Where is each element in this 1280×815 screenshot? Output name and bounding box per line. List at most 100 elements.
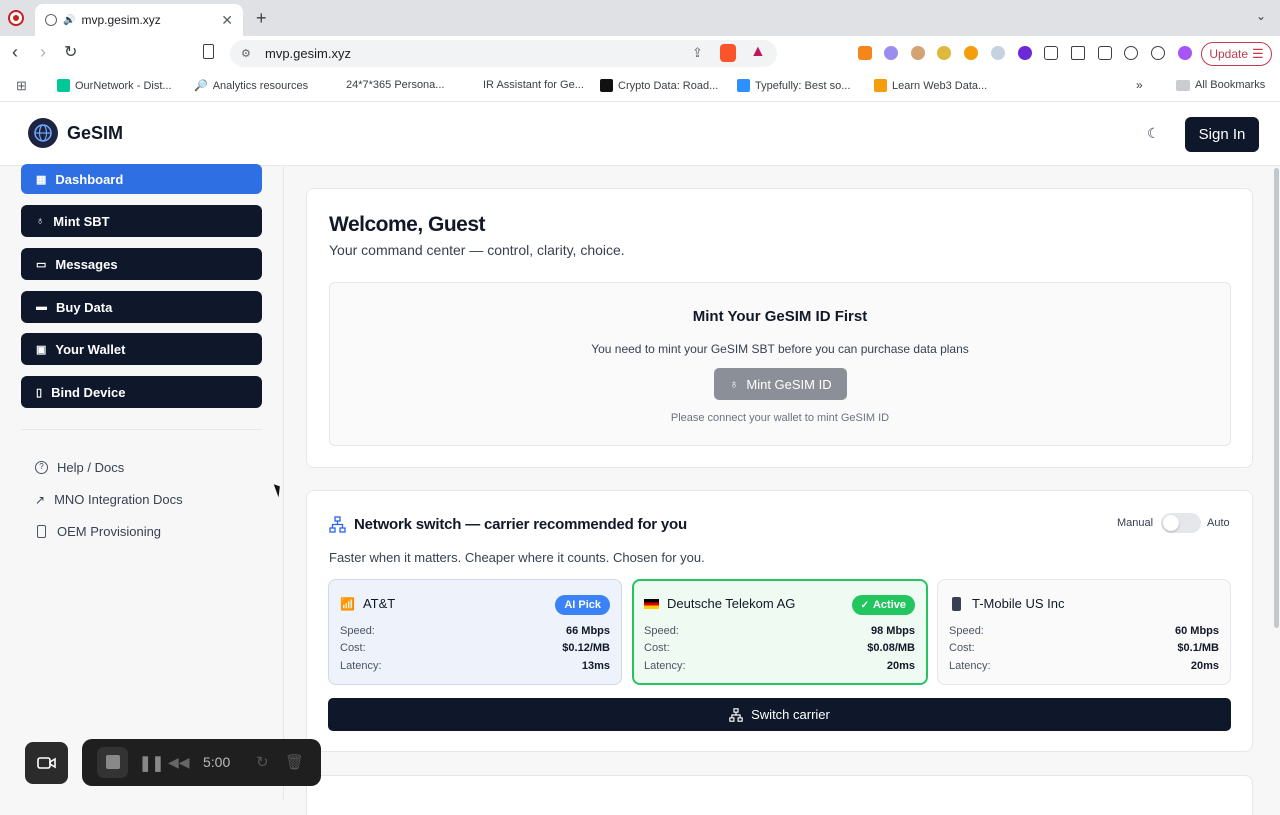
smartphone-icon (37, 525, 46, 538)
recorder-controls: ❚❚ ◀◀ 5:00 ↻ 🗑 (82, 739, 321, 786)
bookmark-item[interactable]: Typefully: Best so... (737, 79, 850, 92)
sidebar-divider (21, 429, 262, 430)
reload-icon[interactable]: ↻ (64, 42, 77, 62)
bookmark-icon[interactable] (203, 44, 214, 59)
update-label: Update (1209, 47, 1249, 61)
tab-list-chevron-icon[interactable]: ⌄ (1256, 9, 1266, 23)
sidebar: ▦ Dashboard ♁ Mint SBT ▭ Messages ▬ Buy … (0, 164, 284, 800)
latency-label: Latency: (340, 660, 382, 672)
mint-description: You need to mint your GeSIM SBT before y… (591, 342, 969, 356)
speaker-icon[interactable]: 🔊 (63, 15, 75, 26)
profile-avatar-icon[interactable] (1178, 46, 1192, 60)
update-button[interactable]: Update ☰ (1201, 42, 1272, 66)
manual-label: Manual (1117, 517, 1154, 529)
brand-name: GeSIM (67, 123, 124, 143)
speed-row: Speed: 66 Mbps (340, 625, 610, 637)
shield-extension-icon[interactable] (991, 46, 1005, 60)
sidebar-item-wallet[interactable]: ▣ Your Wallet (21, 333, 262, 365)
restart-icon[interactable]: ↻ (256, 753, 269, 771)
dark-mode-moon-icon[interactable]: ☾ (1147, 125, 1160, 142)
trash-icon[interactable]: 🗑 (285, 753, 304, 771)
leo-ai-icon[interactable] (1124, 46, 1138, 60)
sidebar-link-help[interactable]: ? Help / Docs (35, 460, 124, 475)
message-icon: ▭ (36, 258, 47, 271)
sidebar-link-mno-docs[interactable]: ↗ MNO Integration Docs (35, 492, 183, 507)
speed-row: Speed: 60 Mbps (949, 625, 1219, 637)
bookmark-item[interactable]: 🔎 Analytics resources (194, 79, 309, 93)
forward-icon[interactable]: › (40, 42, 46, 63)
latency-label: Latency: (949, 660, 991, 672)
recorder-camera-button[interactable] (25, 742, 68, 784)
cost-row: Cost: $0.12/MB (340, 642, 610, 654)
carrier-card-deutsche-telekom[interactable]: Deutsche Telekom AG ✓ Active Speed: 98 Mbp… (632, 579, 928, 685)
bookmark-favicon-icon (57, 79, 70, 92)
extension-icon[interactable] (937, 46, 951, 60)
extension-icon[interactable] (911, 46, 925, 60)
recording-timer: 5:00 (203, 754, 231, 770)
switch-carrier-button[interactable]: Switch carrier (328, 698, 1231, 731)
latency-value: 20ms (1190, 660, 1219, 672)
extension-icon[interactable] (964, 46, 978, 60)
sidebar-item-buy-data[interactable]: ▬ Buy Data (21, 291, 262, 323)
bookmark-item[interactable]: Crypto Data: Road... (600, 79, 718, 92)
mint-gesim-id-button[interactable]: ♁ Mint GeSIM ID (714, 368, 847, 400)
bookmark-item[interactable]: OurNetwork - Dist... (57, 79, 172, 92)
address-bar[interactable]: ⚙ mvp.gesim.xyz ⇪ ▲ (230, 40, 777, 67)
page-scrollbar[interactable] (1274, 168, 1279, 628)
all-bookmarks-folder[interactable]: All Bookmarks (1176, 79, 1265, 91)
site-settings-icon[interactable]: ⚙ (241, 47, 251, 60)
sidebar-item-messages[interactable]: ▭ Messages (21, 248, 262, 280)
auto-mode-toggle[interactable] (1161, 513, 1201, 533)
bookmark-item[interactable]: Learn Web3 Data... (874, 79, 987, 92)
metamask-extension-icon[interactable] (858, 46, 872, 60)
folder-icon (1176, 79, 1190, 91)
carrier-card-att[interactable]: 📶 AT&T AI Pick Speed: 66 Mbps Cost: $0.12/M… (328, 579, 622, 685)
new-tab-icon[interactable]: + (256, 8, 267, 29)
carrier-name-text: T-Mobile US Inc (972, 596, 1065, 611)
extension-icon[interactable] (884, 46, 898, 60)
speed-value: 66 Mbps (565, 625, 610, 637)
sidebar-item-label: Messages (55, 256, 118, 272)
award-icon: ♁ (36, 215, 45, 227)
bookmark-item[interactable]: 24*7*365 Persona... (346, 79, 444, 91)
sign-in-button[interactable]: Sign In (1185, 117, 1259, 152)
more-bookmarks-icon[interactable]: » (1136, 78, 1143, 92)
bookmark-item[interactable]: IR Assistant for Ge... (483, 79, 584, 91)
back-icon[interactable]: ‹ (12, 42, 18, 63)
cost-row: Cost: $0.1/MB (949, 642, 1219, 654)
mint-button-label: Mint GeSIM ID (746, 376, 832, 392)
browser-tab-strip: 🔊 mvp.gesim.xyz ✕ + ⌄ (0, 0, 1280, 36)
brave-rewards-icon[interactable]: ▲ (750, 43, 766, 61)
sidebar-item-mint-sbt[interactable]: ♁ Mint SBT (21, 205, 262, 237)
extensions-puzzle-icon[interactable] (1044, 46, 1058, 60)
extension-icon[interactable] (1018, 46, 1032, 60)
gesim-logo[interactable] (28, 118, 58, 148)
stop-button[interactable] (97, 747, 128, 778)
record-indicator-icon[interactable] (8, 10, 24, 26)
vpn-icon[interactable] (1151, 46, 1165, 60)
sidebar-toggle-icon[interactable] (1071, 46, 1085, 60)
sidebar-item-dashboard[interactable]: ▦ Dashboard (21, 164, 262, 194)
sidebar-link-oem[interactable]: OEM Provisioning (35, 524, 161, 539)
mint-title: Mint Your GeSIM ID First (692, 308, 868, 325)
bookmark-label: IR Assistant for Ge... (483, 79, 584, 91)
sidebar-item-bind-device[interactable]: ▯ Bind Device (21, 376, 262, 408)
brave-shield-icon[interactable] (720, 44, 736, 62)
bookmarks-bar: ⊞ OurNetwork - Dist... 🔎 Analytics resour… (0, 70, 1280, 102)
pause-icon[interactable]: ❚❚ (139, 754, 164, 772)
bookmark-favicon-icon (737, 79, 750, 92)
bookmark-label: Analytics resources (212, 79, 309, 92)
carrier-name: Deutsche Telekom AG (644, 596, 795, 611)
carrier-card-tmobile[interactable]: T-Mobile US Inc Speed: 60 Mbps Cost: $0.1/… (937, 579, 1231, 685)
share-icon[interactable]: ⇪ (692, 45, 703, 61)
close-tab-icon[interactable]: ✕ (221, 12, 233, 29)
rewind-icon[interactable]: ◀◀ (168, 754, 190, 771)
phone-icon (952, 596, 961, 611)
sidebar-link-label: Help / Docs (57, 460, 125, 475)
apps-grid-icon[interactable]: ⊞ (16, 78, 27, 94)
wallet-icon[interactable] (1098, 46, 1112, 60)
grid-icon: ▦ (36, 173, 47, 186)
video-camera-icon (36, 757, 56, 769)
browser-tab[interactable]: 🔊 mvp.gesim.xyz ✕ (35, 4, 243, 36)
menu-icon: ☰ (1252, 46, 1264, 61)
